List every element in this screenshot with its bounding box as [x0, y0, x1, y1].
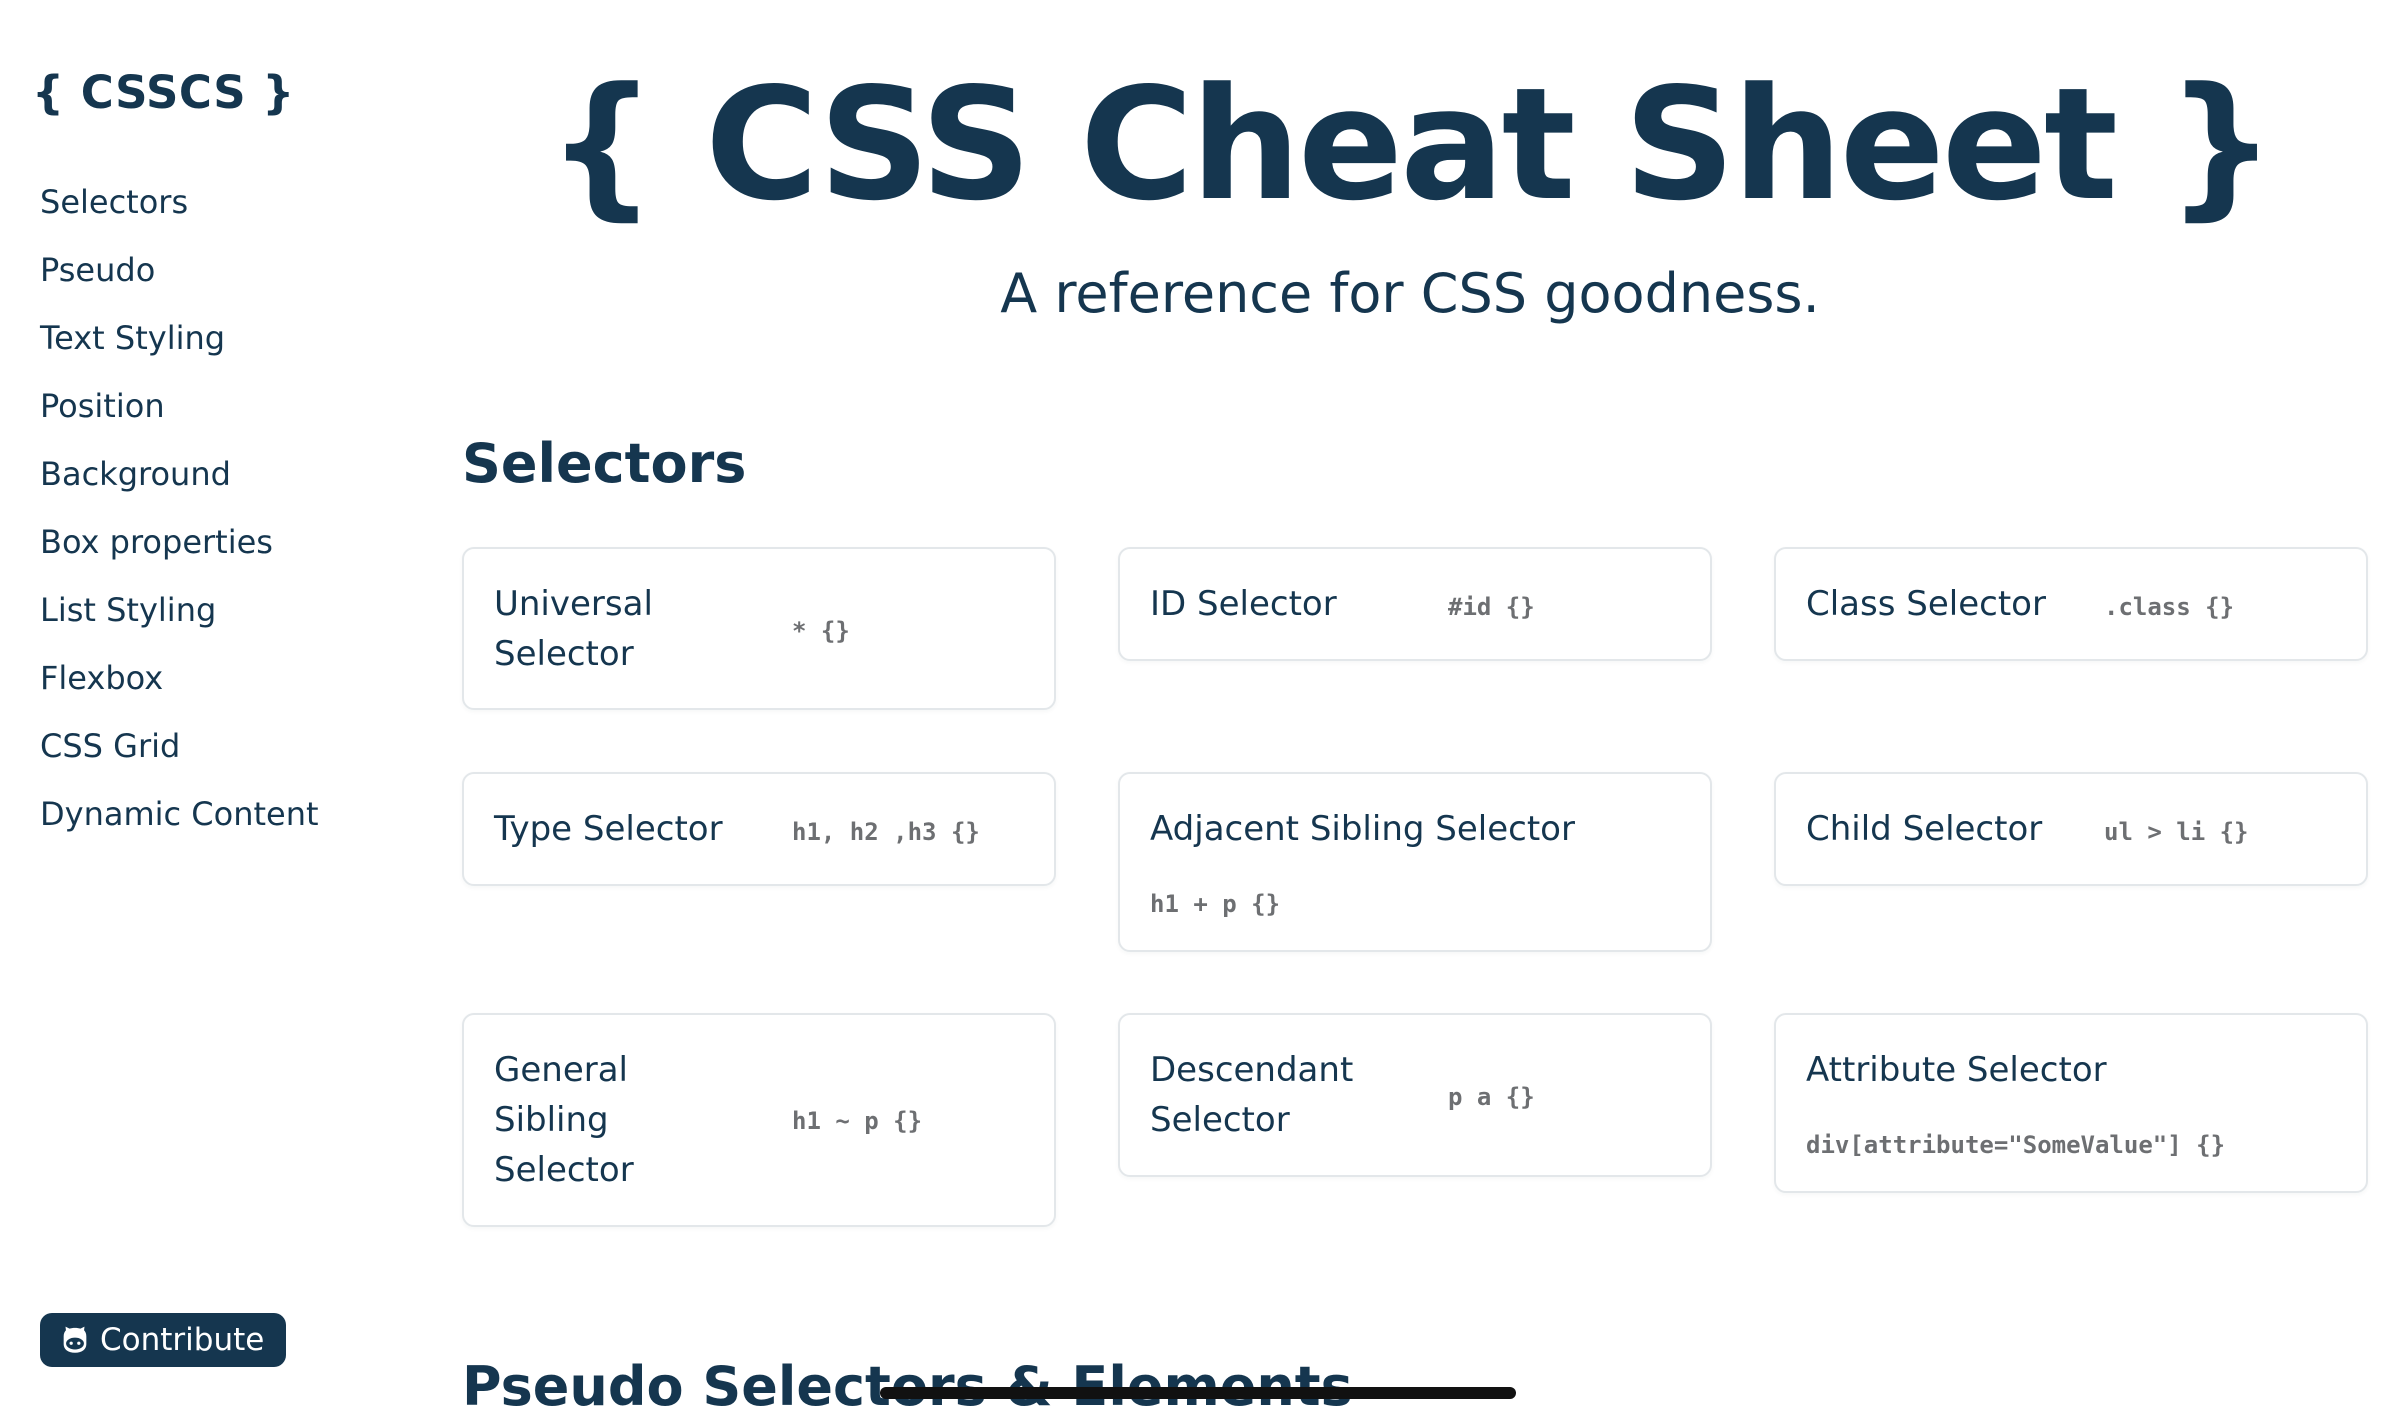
sidebar-item-flexbox[interactable]: Flexbox — [40, 654, 319, 722]
card-name: Class Selector — [1806, 584, 2046, 624]
card-name: Attribute Selector — [1806, 1050, 2107, 1090]
sidebar-nav: Selectors Pseudo Text Styling Position B… — [40, 178, 319, 858]
card-name: Child Selector — [1806, 809, 2043, 849]
sidebar-item-css-grid[interactable]: CSS Grid — [40, 722, 319, 790]
card-code: ul > li {} — [2104, 818, 2249, 846]
sidebar: { CSSCS } Selectors Pseudo Text Styling … — [0, 0, 420, 1406]
sidebar-item-text-styling[interactable]: Text Styling — [40, 314, 319, 382]
sidebar-item-dynamic-content[interactable]: Dynamic Content — [40, 790, 319, 858]
home-indicator-bar[interactable] — [880, 1387, 1516, 1399]
contribute-label: Contribute — [100, 1322, 265, 1358]
section-title-selectors: Selectors — [462, 432, 747, 495]
card-code: #id {} — [1448, 593, 1535, 621]
selector-card-descendant[interactable]: Descendant Selector p a {} — [1118, 1013, 1712, 1177]
card-name: Adjacent Sibling Selector — [1150, 809, 1575, 849]
main-content: { CSS Cheat Sheet } A reference for CSS … — [462, 0, 2368, 1418]
page-subtitle: A reference for CSS goodness. — [1000, 262, 1820, 325]
card-name: General Sibling Selector — [494, 1050, 634, 1190]
card-code: p a {} — [1448, 1083, 1535, 1111]
selector-card-class[interactable]: Class Selector .class {} — [1774, 547, 2368, 661]
card-code: div[attribute="SomeValue"] {} — [1806, 1131, 2226, 1159]
card-code: * {} — [792, 617, 850, 645]
page-title: { CSS Cheat Sheet } — [546, 54, 2277, 235]
selector-card-adjacent-sibling[interactable]: Adjacent Sibling Selector h1 + p {} — [1118, 772, 1712, 952]
sidebar-item-position[interactable]: Position — [40, 382, 319, 450]
card-name: Descendant Selector — [1150, 1050, 1354, 1140]
sidebar-item-selectors[interactable]: Selectors — [40, 178, 319, 246]
contribute-button[interactable]: Contribute — [40, 1313, 287, 1367]
sidebar-item-background[interactable]: Background — [40, 450, 319, 518]
card-name: ID Selector — [1150, 584, 1337, 624]
sidebar-item-pseudo[interactable]: Pseudo — [40, 246, 319, 314]
card-code: .class {} — [2104, 593, 2235, 621]
card-name: Type Selector — [494, 809, 723, 849]
selector-card-child[interactable]: Child Selector ul > li {} — [1774, 772, 2368, 886]
selector-card-id[interactable]: ID Selector #id {} — [1118, 547, 1712, 661]
card-code: h1, h2 ,h3 {} — [792, 818, 980, 846]
card-code: h1 ~ p {} — [792, 1107, 923, 1135]
card-code: h1 + p {} — [1150, 890, 1281, 918]
card-name: Universal Selector — [494, 584, 653, 674]
selector-card-universal[interactable]: Universal Selector * {} — [462, 547, 1056, 710]
selector-card-attribute[interactable]: Attribute Selector div[attribute="SomeVa… — [1774, 1013, 2368, 1193]
selector-card-type[interactable]: Type Selector h1, h2 ,h3 {} — [462, 772, 1056, 886]
site-logo[interactable]: { CSSCS } — [32, 66, 295, 119]
github-icon — [58, 1323, 92, 1357]
selector-card-general-sibling[interactable]: General Sibling Selector h1 ~ p {} — [462, 1013, 1056, 1227]
sidebar-item-list-styling[interactable]: List Styling — [40, 586, 319, 654]
sidebar-item-box-properties[interactable]: Box properties — [40, 518, 319, 586]
